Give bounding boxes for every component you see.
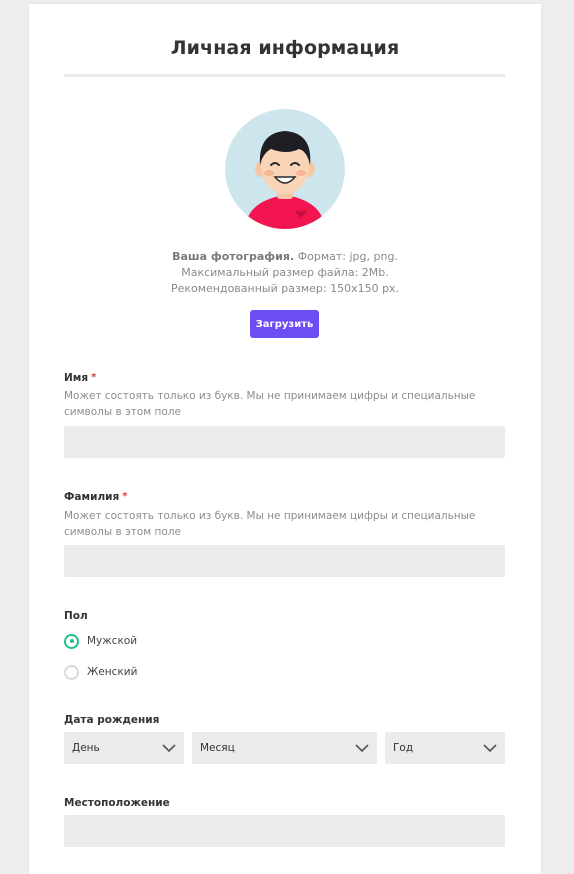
- first-name-hint: Может состоять только из букв. Мы не при…: [64, 390, 476, 418]
- required-mark: *: [122, 491, 128, 502]
- avatar-illustration-icon: [225, 109, 345, 229]
- last-name-label-text: Фамилия: [64, 491, 120, 503]
- avatar: [225, 109, 345, 229]
- location-label: Местоположение: [64, 797, 170, 809]
- chevron-down-icon: [162, 744, 176, 753]
- title-divider: [64, 74, 505, 77]
- first-name-label: Имя *: [64, 372, 96, 384]
- page-title: Личная информация: [170, 37, 400, 59]
- birth-month-value: Месяц: [200, 742, 235, 754]
- photo-requirements: Ваша фотография. Формат: jpg, png. Макси…: [29, 249, 541, 297]
- gender-option-label: Женский: [87, 666, 138, 678]
- personal-info-card: Личная информация Ваша фотография. Форма…: [29, 4, 541, 874]
- location-input[interactable]: [64, 815, 505, 847]
- first-name-label-text: Имя: [64, 372, 89, 384]
- gender-label: Пол: [64, 610, 88, 622]
- last-name-hint: Может состоять только из букв. Мы не при…: [64, 510, 476, 538]
- radio-unselected-icon[interactable]: [64, 664, 79, 680]
- first-name-input[interactable]: [64, 426, 505, 458]
- radio-selected-icon[interactable]: [64, 633, 79, 649]
- photo-format: Формат: jpg, png.: [297, 250, 398, 263]
- birth-day-value: День: [72, 742, 100, 754]
- upload-button[interactable]: Загрузить: [250, 310, 319, 338]
- birth-day-select[interactable]: День: [64, 732, 184, 764]
- photo-recommended-size: Рекомендованный размер: 150x150 px.: [170, 282, 400, 295]
- birth-year-value: Год: [393, 742, 414, 754]
- birth-year-select[interactable]: Год: [385, 732, 505, 764]
- gender-option-female[interactable]: Женский: [64, 663, 137, 681]
- chevron-down-icon: [483, 744, 497, 753]
- chevron-down-icon: [355, 744, 369, 753]
- last-name-input[interactable]: [64, 545, 505, 577]
- gender-option-label: Мужской: [87, 635, 138, 647]
- photo-label: Ваша фотография.: [172, 250, 295, 263]
- required-mark: *: [91, 372, 97, 383]
- birth-month-select[interactable]: Месяц: [192, 732, 377, 764]
- birth-date-label: Дата рождения: [64, 714, 160, 726]
- photo-max-size: Максимальный размер файла: 2Mb.: [181, 266, 389, 279]
- last-name-label: Фамилия *: [64, 491, 127, 503]
- gender-option-male[interactable]: Мужской: [64, 632, 137, 650]
